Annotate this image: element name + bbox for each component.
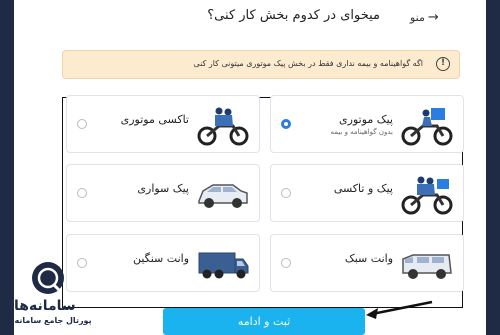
notice-banner: اگه گواهینامه و بیمه نداری فقط در بخش پی… (62, 50, 460, 79)
option-card-motor-taxi[interactable]: تاکسی موتوری (66, 95, 260, 153)
option-radio[interactable] (281, 188, 291, 198)
option-label: پیک موتوری (339, 113, 393, 126)
option-label: وانت سبک (344, 252, 393, 265)
option-sublabel: بدون گواهینامه و بیمه (330, 128, 393, 136)
back-to-menu-link[interactable]: منو → (410, 10, 439, 25)
right-frame-bar (486, 0, 500, 335)
option-radio[interactable] (281, 258, 291, 268)
option-label: تاکسی موتوری (120, 113, 189, 126)
submit-continue-button[interactable]: ثبت و ادامه (163, 308, 365, 335)
option-label: پیک و تاکسی (333, 182, 393, 195)
back-label: منو (410, 11, 425, 24)
page-title: میخوای در کدوم بخش کار کنی؟ (207, 8, 380, 23)
motorcycle-taxi-icon (197, 107, 249, 146)
option-card-motor-courier[interactable]: پیک موتوری بدون گواهینامه و بیمه (270, 95, 464, 153)
option-card-courier-taxi[interactable]: پیک و تاکسی (270, 164, 464, 222)
pointer-arrow-icon (366, 300, 433, 319)
watermark-brand: سامانه‌ها (14, 298, 76, 314)
light-van-icon (402, 254, 452, 279)
heavy-truck-icon (198, 252, 249, 279)
motorcycle-courier-taxi-icon (401, 176, 453, 215)
screen: میخوای در کدوم بخش کار کنی؟ منو → اگه گو… (0, 0, 500, 335)
info-icon: ! (436, 57, 450, 71)
watermark-tagline: پورتال جامع سامانه‌ها (6, 316, 92, 325)
option-radio[interactable] (281, 119, 291, 129)
option-label: وانت سنگین (132, 252, 189, 265)
option-card-car-courier[interactable]: پیک سواری (66, 164, 260, 222)
car-icon (198, 184, 248, 208)
option-card-light-van[interactable]: وانت سبک (270, 234, 464, 292)
notice-text: اگه گواهینامه و بیمه نداری فقط در بخش پی… (193, 59, 423, 68)
option-label: پیک سواری (137, 182, 189, 195)
arrow-right-icon: → (427, 10, 439, 25)
option-radio[interactable] (77, 188, 87, 198)
motorcycle-courier-icon (401, 108, 453, 146)
option-radio[interactable] (77, 119, 87, 129)
